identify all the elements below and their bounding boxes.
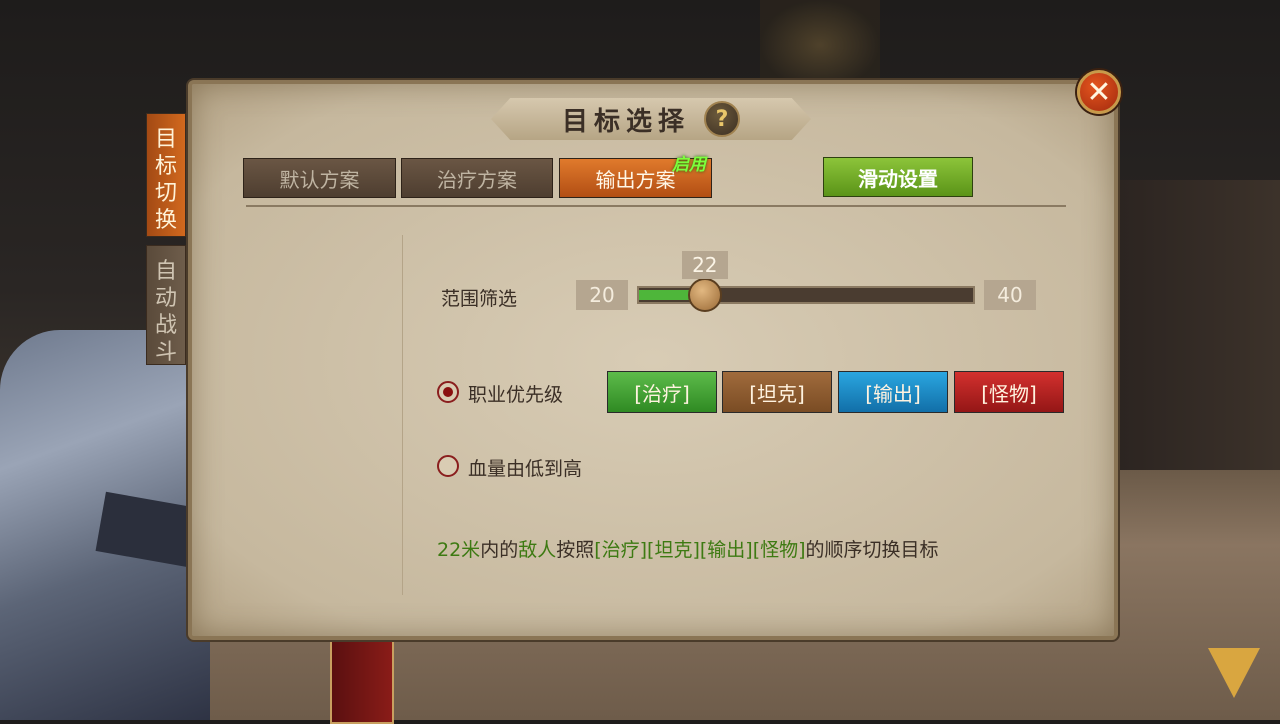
class-button-label: [治疗] — [634, 381, 690, 406]
range-min: 20 — [576, 280, 628, 310]
close-icon: ✕ — [1086, 74, 1112, 110]
close-button[interactable]: ✕ — [1077, 70, 1121, 114]
slide-settings-button[interactable]: 滑动设置 — [823, 157, 973, 197]
class-priority-label: 职业优先级 — [468, 384, 564, 406]
class-monster-button[interactable]: [怪物] — [954, 371, 1064, 413]
range-max: 40 — [984, 280, 1036, 310]
side-tab-target-switch[interactable]: 目标切换 — [146, 113, 186, 237]
title-plate: 目标选择 ? — [491, 98, 811, 140]
desc-order: [治疗][坦克][输出][怪物] — [594, 539, 806, 561]
side-tab-label: 自动战斗 — [154, 259, 177, 365]
desc-enemy: 敌人 — [518, 539, 557, 561]
class-dps-button[interactable]: [输出] — [838, 371, 948, 413]
range-slider-knob[interactable] — [687, 278, 722, 312]
slide-settings-label: 滑动设置 — [858, 166, 938, 191]
desc-distance: 22米 — [437, 539, 481, 561]
range-slider-value: 22 — [681, 251, 728, 279]
book-prop — [330, 640, 394, 724]
target-order-description: 22米内的敌人按照[治疗][坦克][输出][怪物]的顺序切换目标 — [437, 535, 939, 562]
tab-label: 默认方案 — [279, 167, 360, 192]
class-tank-button[interactable]: [坦克] — [722, 371, 832, 413]
class-button-label: [输出] — [865, 381, 921, 406]
dialog-title: 目标选择 — [561, 106, 690, 137]
tab-default-scheme[interactable]: 默认方案 — [243, 158, 396, 198]
side-tab-label: 目标切换 — [154, 127, 177, 233]
content-divider — [402, 235, 403, 595]
class-button-label: [坦克] — [749, 381, 805, 406]
background-shelf — [1100, 180, 1280, 470]
class-heal-button[interactable]: [治疗] — [607, 371, 717, 413]
tab-label: 输出方案 — [595, 167, 676, 192]
arrow-down-icon[interactable] — [1208, 648, 1260, 698]
desc-text: 按照 — [556, 539, 595, 561]
tab-divider — [246, 205, 1066, 207]
help-icon[interactable]: ? — [704, 101, 740, 137]
hp-low-to-high-label: 血量由低到高 — [468, 458, 583, 480]
range-filter-label: 范围筛选 — [441, 288, 518, 310]
tab-heal-scheme[interactable]: 治疗方案 — [401, 158, 553, 198]
background-window — [760, 0, 880, 90]
class-priority-radio[interactable] — [437, 381, 459, 403]
side-tab-auto-battle[interactable]: 自动战斗 — [146, 245, 186, 365]
desc-text: 的顺序切换目标 — [805, 539, 939, 561]
class-button-label: [怪物] — [981, 381, 1037, 406]
enabled-badge: 启用 — [672, 155, 706, 175]
hp-low-to-high-radio[interactable] — [437, 455, 459, 477]
tab-label: 治疗方案 — [437, 167, 517, 192]
desc-text: 内的 — [480, 539, 519, 561]
